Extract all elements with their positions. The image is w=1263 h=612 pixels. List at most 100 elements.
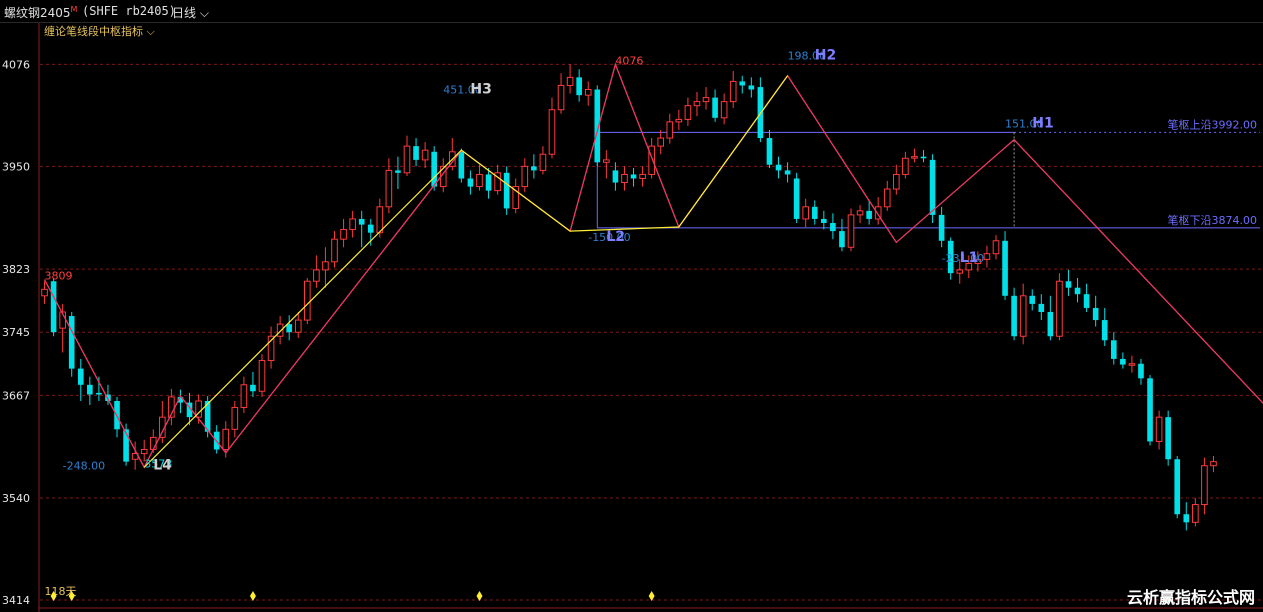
candle-body-down — [1110, 340, 1117, 359]
candle-body-down — [1029, 295, 1036, 304]
candle-body-down — [1083, 294, 1090, 308]
candle-body-up — [222, 428, 230, 451]
candle-body-down — [485, 174, 492, 191]
candle-body-down — [250, 384, 256, 392]
candle-body-down — [1120, 358, 1126, 365]
candle-body-up — [693, 101, 701, 107]
candle-body-up — [720, 101, 728, 119]
candle-body-up — [657, 137, 665, 147]
candle-body-up — [140, 449, 148, 455]
signal-marker-icon — [476, 591, 483, 601]
candle-body-up — [911, 156, 918, 159]
zone-upper-label: 笔枢上沿3992.00 — [1168, 117, 1258, 131]
pivot-label: H1 — [1032, 116, 1053, 132]
candle-body-down — [50, 281, 57, 333]
price-chart[interactable]: 4076 3950 3823 3745 3667 3540 3414 笔枢上沿3992.00 笔… — [0, 0, 1263, 612]
candle-body-up — [403, 145, 411, 174]
candle-body-down — [612, 170, 619, 183]
contract-code: (SHFE rb2405) — [82, 4, 176, 18]
candle-body-up — [349, 218, 356, 230]
candle-body-up — [802, 206, 810, 220]
candle-body-down — [1147, 378, 1153, 442]
candle-body-down — [839, 231, 845, 248]
y-tick-label: 3414 — [2, 594, 30, 607]
candle-body-up — [304, 280, 311, 321]
candle-body-up — [956, 269, 964, 274]
chart-header: 螺纹钢2405M (SHFE rb2405) 日线 ⌵ — [0, 0, 1263, 23]
value-label: -248.00 — [63, 460, 105, 473]
candle-body-up — [41, 288, 48, 297]
candle-body-down — [1074, 287, 1081, 295]
candle-body-down — [1183, 514, 1190, 523]
candle-body-up — [1192, 504, 1199, 523]
candle-body-up — [729, 80, 737, 103]
candle-body-down — [395, 170, 401, 173]
candle-body-up — [231, 406, 239, 430]
chevron-down-icon: ⌵ — [196, 6, 209, 20]
candle-body-up — [584, 88, 592, 96]
candle-body-up — [149, 436, 157, 451]
candle-body-down — [793, 178, 800, 219]
period-selector[interactable]: 日线 ⌵ — [172, 4, 209, 21]
candle-body-up — [883, 188, 891, 208]
candle-body-up — [1019, 295, 1027, 337]
candle-body-down — [1002, 240, 1008, 296]
y-tick-label: 3745 — [2, 326, 30, 339]
candle-body-down — [1101, 320, 1108, 341]
zone-lower-label: 笔枢下沿3874.00 — [1168, 213, 1258, 227]
candle-body-up — [539, 153, 547, 171]
candle-body-down — [811, 206, 818, 219]
candle-body-up — [1056, 280, 1063, 337]
candle-body-down — [821, 218, 827, 223]
candle-body-down — [77, 368, 84, 385]
y-tick-label: 3667 — [2, 389, 30, 402]
candle-body-up — [992, 240, 1000, 255]
candle-body-down — [1138, 363, 1144, 379]
candle-body-down — [920, 156, 927, 159]
watermark: 云析赢指标公式网 — [1126, 588, 1255, 607]
candle-body-down — [286, 324, 293, 333]
pivot-label: H3 — [470, 82, 491, 98]
candle-body-down — [503, 172, 510, 209]
candle-body-up — [557, 84, 565, 111]
candle-body-down — [1065, 281, 1072, 288]
candle-body-down — [531, 166, 537, 171]
symbol-title[interactable]: 螺纹钢2405M — [4, 4, 77, 21]
candle-body-down — [467, 178, 474, 187]
main-contract-mark: M — [70, 5, 78, 14]
candle-body-up — [566, 76, 574, 86]
candle-body-up — [240, 384, 248, 408]
candle-body-up — [385, 169, 393, 208]
candle-body-down — [367, 224, 374, 233]
candle-body-up — [621, 173, 628, 184]
candle-body-up — [521, 165, 529, 188]
pivot-label: H2 — [815, 48, 836, 64]
candle-body-down — [87, 384, 93, 395]
candle-body-down — [458, 151, 465, 179]
candle-body-down — [96, 392, 102, 395]
candle-body-down — [1174, 459, 1181, 515]
candle-body-up — [1128, 363, 1136, 366]
y-tick-label: 3540 — [2, 492, 30, 505]
candle-body-up — [702, 97, 710, 103]
candle-body-up — [902, 157, 909, 175]
candle-body-up — [603, 159, 610, 163]
candle-body-down — [739, 81, 746, 86]
candle-body-up — [476, 173, 483, 188]
candle-body-down — [630, 174, 637, 179]
candle-body-up — [340, 228, 347, 240]
candle-body-down — [775, 164, 782, 171]
candle-body-up — [856, 210, 864, 216]
candle-body-down — [431, 151, 437, 187]
candle-body-down — [68, 316, 75, 369]
candle-body-up — [1210, 461, 1217, 467]
candle-body-up — [684, 105, 692, 120]
candle-body-up — [376, 206, 384, 234]
candle-body-down — [1011, 295, 1017, 337]
indicator-name[interactable]: 缠论笔线段中枢指标 ⌵ — [44, 23, 155, 39]
candle-body-up — [648, 145, 655, 175]
y-tick-label: 4076 — [2, 58, 30, 71]
candle-body-up — [294, 319, 302, 333]
candle-body-up — [258, 360, 266, 392]
candle-body-up — [322, 261, 329, 271]
